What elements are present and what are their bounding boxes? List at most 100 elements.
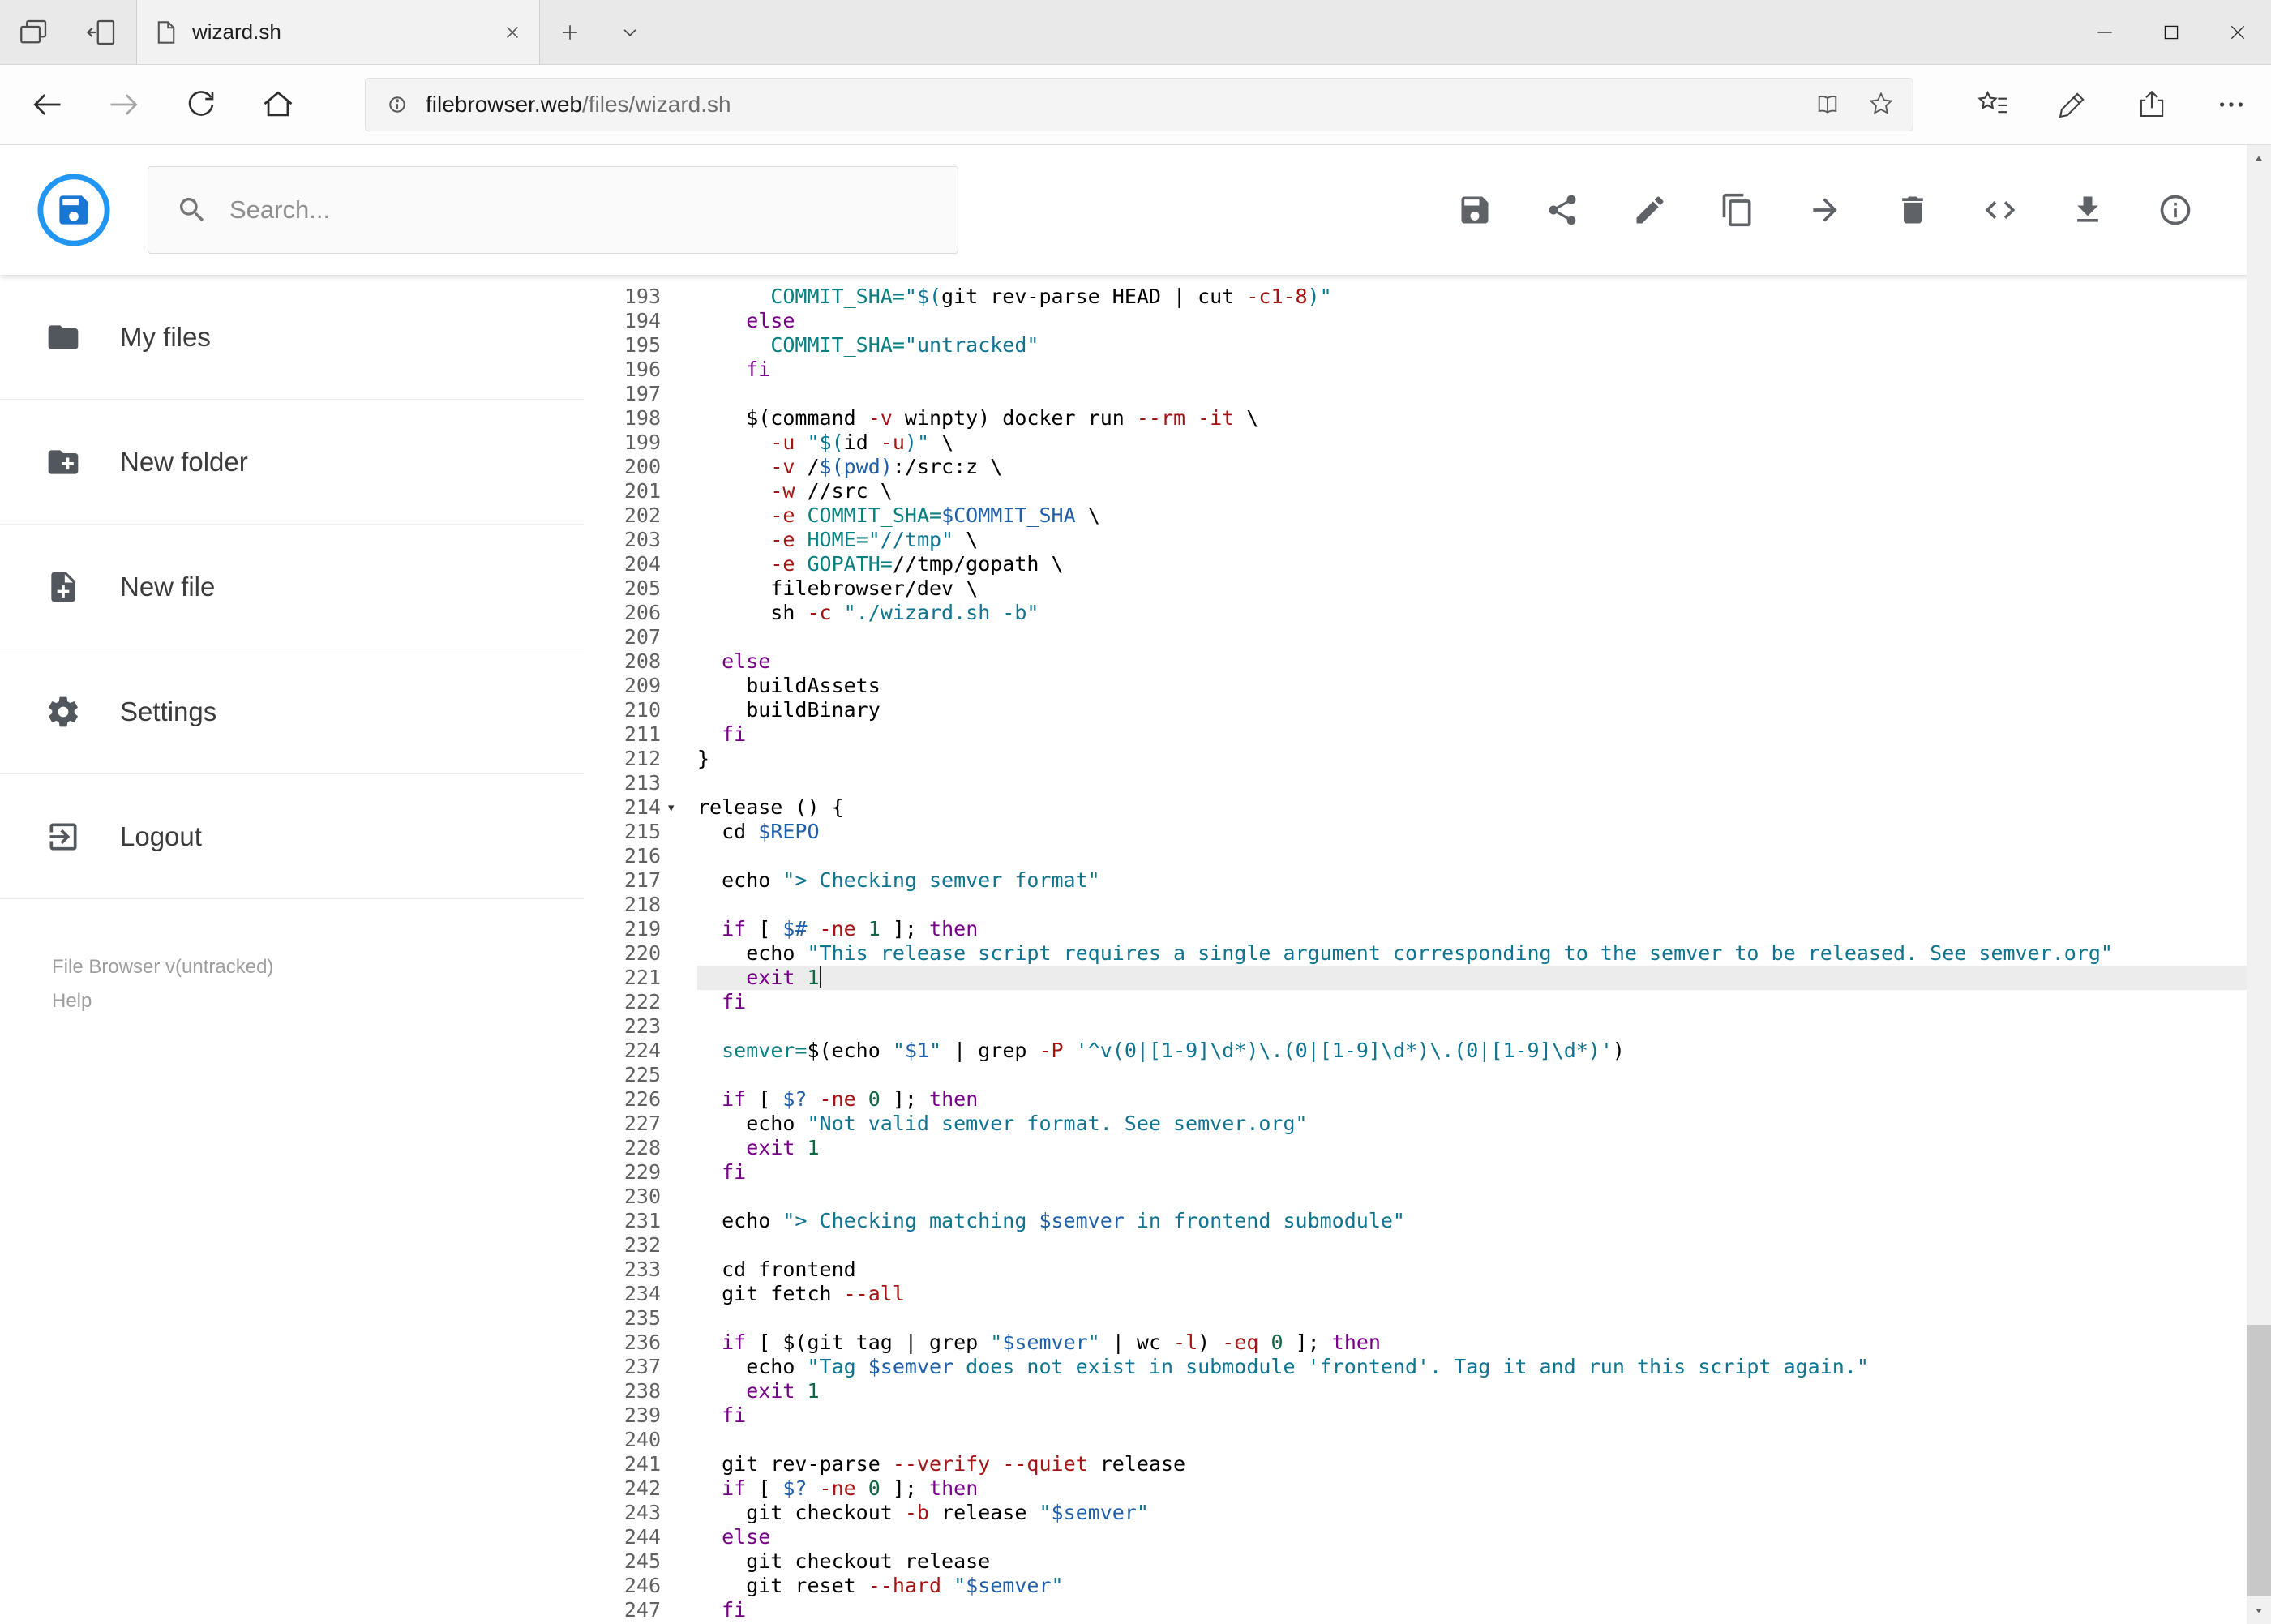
code-line[interactable]: 224 semver=$(echo "$1" | grep -P '^v(0|[… [584,1039,2271,1063]
code-line[interactable]: 247 fi [584,1598,2271,1622]
raw-code-button[interactable] [1969,166,2031,254]
reading-view-icon[interactable] [1812,89,1843,120]
code-line[interactable]: 246 git reset --hard "$semver" [584,1574,2271,1598]
sidebar-item-my-files[interactable]: My files [0,275,584,400]
favorite-star-icon[interactable] [1866,89,1896,120]
hub-favorites-icon[interactable] [1953,65,2033,145]
site-info-icon[interactable] [382,89,413,120]
code-line[interactable]: 244 else [584,1525,2271,1549]
page-scrollbar[interactable] [2247,145,2271,1624]
code-line[interactable]: 214 ▾ release () { [584,795,2271,820]
code-line[interactable]: 233 cd frontend [584,1258,2271,1282]
code-line[interactable]: 204 -e GOPATH=//tmp/gopath \ [584,552,2271,576]
code-line[interactable]: 209 buildAssets [584,674,2271,698]
fold-marker-icon[interactable]: ▾ [661,795,697,820]
code-line[interactable]: 199 -u "$(id -u)" \ [584,431,2271,455]
code-line[interactable]: 207 [584,625,2271,649]
code-line[interactable]: 200 -v /$(pwd):/src:z \ [584,455,2271,479]
sidebar-item-new-file[interactable]: New file [0,525,584,649]
code-line[interactable]: 212} [584,747,2271,771]
scrollbar-up-arrow[interactable] [2247,145,2271,173]
code-line[interactable]: 195 COMMIT_SHA="untracked" [584,333,2271,358]
info-button[interactable] [2145,166,2206,254]
code-line[interactable]: 213 [584,771,2271,795]
code-line[interactable]: 236 if [ $(git tag | grep "$semver" | wc… [584,1330,2271,1355]
download-button[interactable] [2057,166,2119,254]
refresh-icon[interactable] [162,65,239,145]
code-line[interactable]: 243 git checkout -b release "$semver" [584,1501,2271,1525]
more-options-icon[interactable] [2192,65,2271,145]
search-box[interactable] [148,166,958,254]
sidebar-item-label: Settings [120,696,217,726]
code-line[interactable]: 216 [584,844,2271,868]
code-line[interactable]: 230 [584,1185,2271,1209]
code-line[interactable]: 228 exit 1 [584,1136,2271,1160]
browser-tab-active[interactable]: wizard.sh [136,0,540,64]
search-input[interactable] [229,195,878,225]
maximize-button[interactable] [2138,0,2205,64]
code-line[interactable]: 238 exit 1 [584,1379,2271,1403]
code-line[interactable]: 193 COMMIT_SHA="$(git rev-parse HEAD | c… [584,285,2271,309]
code-line[interactable]: 203 -e HOME="//tmp" \ [584,528,2271,552]
sidebar-item-new-folder[interactable]: New folder [0,400,584,525]
new-tab-button[interactable] [540,0,600,64]
sidebar-item-logout[interactable]: Logout [0,774,584,899]
code-line[interactable]: 197 [584,382,2271,406]
code-line[interactable]: 217 echo "> Checking semver format" [584,868,2271,893]
share-page-icon[interactable] [2112,65,2192,145]
code-line[interactable]: 234 git fetch --all [584,1282,2271,1306]
code-line[interactable]: 237 echo "Tag $semver does not exist in … [584,1355,2271,1379]
code-line[interactable]: 205 filebrowser/dev \ [584,576,2271,601]
code-line[interactable]: 218 [584,893,2271,917]
code-editor[interactable]: 193 COMMIT_SHA="$(git rev-parse HEAD | c… [584,275,2271,1624]
tab-preview-chevron-icon[interactable] [600,0,660,64]
web-note-pen-icon[interactable] [2033,65,2112,145]
copy-button[interactable] [1707,166,1768,254]
tabs-set-aside-icon[interactable] [0,0,68,64]
save-button[interactable] [1444,166,1506,254]
code-line[interactable]: 245 git checkout release [584,1549,2271,1574]
home-icon[interactable] [239,65,316,145]
code-line[interactable]: 221 exit 1 [584,966,2271,990]
share-button[interactable] [1532,166,1593,254]
code-line[interactable]: 215 cd $REPO [584,820,2271,844]
delete-button[interactable] [1882,166,1943,254]
scrollbar-down-arrow[interactable] [2247,1596,2271,1624]
code-line[interactable]: 202 -e COMMIT_SHA=$COMMIT_SHA \ [584,503,2271,528]
minimize-button[interactable] [2072,0,2138,64]
code-line[interactable]: 223 [584,1014,2271,1039]
code-line[interactable]: 227 echo "Not valid semver format. See s… [584,1112,2271,1136]
back-icon[interactable] [8,65,85,145]
close-button[interactable] [2205,0,2271,64]
tab-preview-icon[interactable] [68,0,136,64]
code-line[interactable]: 196 fi [584,358,2271,382]
address-bar[interactable]: filebrowser.web/files/wizard.sh [365,78,1913,131]
code-line[interactable]: 225 [584,1063,2271,1087]
code-line[interactable]: 229 fi [584,1160,2271,1185]
code-line[interactable]: 240 [584,1428,2271,1452]
code-line[interactable]: 206 sh -c "./wizard.sh -b" [584,601,2271,625]
code-line[interactable]: 198 $(command -v winpty) docker run --rm… [584,406,2271,431]
code-line[interactable]: 219 if [ $# -ne 1 ]; then [584,917,2271,941]
code-line[interactable]: 232 [584,1233,2271,1258]
code-line[interactable]: 241 git rev-parse --verify --quiet relea… [584,1452,2271,1476]
code-line[interactable]: 210 buildBinary [584,698,2271,722]
code-line[interactable]: 242 if [ $? -ne 0 ]; then [584,1476,2271,1501]
tab-close-icon[interactable] [503,24,521,41]
code-line[interactable]: 222 fi [584,990,2271,1014]
code-line[interactable]: 231 echo "> Checking matching $semver in… [584,1209,2271,1233]
scrollbar-thumb[interactable] [2247,1325,2271,1596]
code-line[interactable]: 239 fi [584,1403,2271,1428]
move-button[interactable] [1794,166,1856,254]
code-line[interactable]: 220 echo "This release script requires a… [584,941,2271,966]
code-line[interactable]: 226 if [ $? -ne 0 ]; then [584,1087,2271,1112]
code-line[interactable]: 211 fi [584,722,2271,747]
rename-button[interactable] [1619,166,1681,254]
code-line[interactable]: 201 -w //src \ [584,479,2271,503]
code-line[interactable]: 194 else [584,309,2271,333]
sidebar-item-settings[interactable]: Settings [0,649,584,774]
code-line[interactable]: 235 [584,1306,2271,1330]
help-link[interactable]: Help [52,990,584,1013]
forward-icon[interactable] [85,65,162,145]
code-line[interactable]: 208 else [584,649,2271,674]
